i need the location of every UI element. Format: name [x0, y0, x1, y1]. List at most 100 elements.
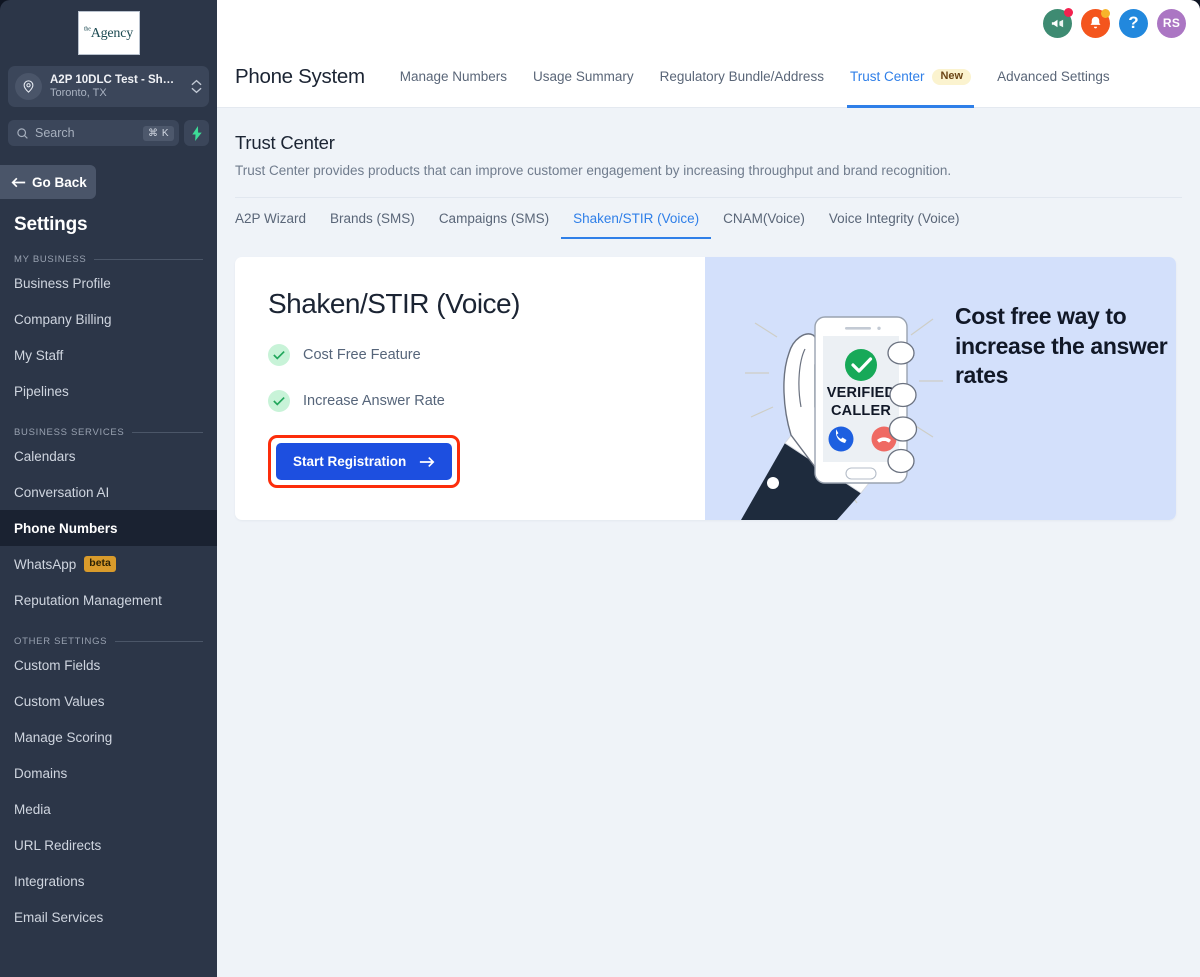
- search-row: Search ⌘ K: [8, 120, 209, 146]
- sidebar-item-label: Calendars: [14, 448, 76, 464]
- arrow-left-icon: [11, 177, 26, 187]
- location-sublabel: Toronto, TX: [50, 87, 107, 99]
- go-back-label: Go Back: [32, 174, 87, 190]
- sidebar-item-my-staff[interactable]: My Staff: [0, 337, 217, 373]
- page-section-title: Phone System: [235, 64, 365, 88]
- shaken-stir-hero-card: Shaken/STIR (Voice) Cost Free Feature In…: [235, 257, 1176, 520]
- hero-heading: Shaken/STIR (Voice): [268, 288, 520, 319]
- sidebar-item-media[interactable]: Media: [0, 791, 217, 827]
- subtab-label: Brands (SMS): [330, 210, 415, 226]
- sidebar-item-label: Company Billing: [14, 311, 112, 327]
- logo-container[interactable]: theAgency: [0, 0, 217, 55]
- announcement-icon[interactable]: [1043, 7, 1073, 38]
- search-placeholder: Search: [35, 126, 75, 140]
- sidebar-item-pipelines[interactable]: Pipelines: [0, 373, 217, 409]
- subtab-brands-sms-[interactable]: Brands (SMS): [318, 197, 427, 239]
- sidebar-item-integrations[interactable]: Integrations: [0, 863, 217, 899]
- subtab-label: Shaken/STIR (Voice): [573, 210, 700, 226]
- sidebar-item-domains[interactable]: Domains: [0, 755, 217, 791]
- sidebar-item-custom-values[interactable]: Custom Values: [0, 683, 217, 719]
- sidebar-item-reputation-management[interactable]: Reputation Management: [0, 582, 217, 618]
- page-subtitle: Trust Center provides products that can …: [235, 163, 952, 178]
- tab-label: Regulatory Bundle/Address: [659, 69, 824, 84]
- subtab-campaigns-sms-[interactable]: Campaigns (SMS): [427, 197, 561, 239]
- notification-bell-icon[interactable]: [1081, 8, 1110, 38]
- sidebar-item-label: Manage Scoring: [14, 729, 113, 745]
- sidebar-item-custom-fields[interactable]: Custom Fields: [0, 647, 217, 683]
- nav-group-label: BUSINESS SERVICES: [14, 427, 125, 438]
- sidebar-item-label: Integrations: [14, 873, 85, 889]
- location-switcher[interactable]: A2P 10DLC Test - Sh… Toronto, TX: [8, 66, 209, 107]
- sidebar-item-calendars[interactable]: Calendars: [0, 438, 217, 474]
- search-input[interactable]: Search ⌘ K: [8, 120, 179, 146]
- navbar-tabs: Manage Numbers Usage Summary Regulatory Bu…: [387, 46, 1123, 108]
- subtab-label: Voice Integrity (Voice): [828, 210, 960, 226]
- tab-label: Manage Numbers: [399, 69, 508, 84]
- sidebar-item-label: Conversation AI: [14, 484, 110, 500]
- sidebar-item-company-billing[interactable]: Company Billing: [0, 301, 217, 337]
- subtab-label: A2P Wizard: [235, 210, 307, 226]
- start-registration-label: Start Registration: [293, 454, 407, 469]
- sidebar-item-label: Email Services: [14, 909, 104, 925]
- location-pin-icon: [15, 73, 42, 100]
- help-glyph: ?: [1128, 13, 1139, 32]
- trust-center-subtabs: A2P Wizard Brands (SMS) Campaigns (SMS) Sha…: [235, 197, 1182, 239]
- logo-sup-text: the: [83, 26, 91, 33]
- new-badge: New: [932, 68, 972, 85]
- go-back-button[interactable]: Go Back: [0, 165, 96, 199]
- avatar-initials: RS: [1162, 16, 1181, 30]
- arrow-right-icon: [420, 456, 435, 467]
- tab-regulatory-bundle-address[interactable]: Regulatory Bundle/Address: [647, 46, 837, 108]
- sidebar-item-phone-numbers[interactable]: Phone Numbers: [0, 510, 217, 546]
- svg-text:CALLER: CALLER: [831, 403, 891, 419]
- subtab-label: Campaigns (SMS): [438, 210, 550, 226]
- tab-advanced-settings[interactable]: Advanced Settings: [984, 46, 1123, 108]
- sidebar: theAgency A2P 10DLC Test - Sh… Toronto, …: [0, 0, 217, 977]
- tab-label: Usage Summary: [533, 69, 634, 84]
- tab-usage-summary[interactable]: Usage Summary: [520, 46, 647, 108]
- agency-logo: theAgency: [77, 11, 140, 55]
- subtab-a2p-wizard[interactable]: A2P Wizard: [235, 197, 318, 239]
- sidebar-item-label: Domains: [14, 765, 68, 781]
- sidebar-item-email-services[interactable]: Email Services: [0, 899, 217, 935]
- subtab-voice-integrity-voice-[interactable]: Voice Integrity (Voice): [817, 197, 972, 239]
- tab-trust-center[interactable]: Trust Center New: [837, 46, 984, 108]
- sidebar-item-label: URL Redirects: [14, 837, 102, 853]
- sidebar-item-label: Custom Values: [14, 693, 105, 709]
- page-header: Trust Center Trust Center provides produ…: [217, 108, 1200, 178]
- help-icon[interactable]: ?: [1119, 8, 1148, 38]
- sidebar-item-url-redirects[interactable]: URL Redirects: [0, 827, 217, 863]
- lightning-bolt-icon[interactable]: [184, 120, 209, 146]
- verified-caller-phone-illustration: VERIFIED CALLER: [741, 316, 943, 520]
- start-registration-button[interactable]: Start Registration: [276, 443, 453, 480]
- nav-group-header: OTHER SETTINGS: [0, 636, 217, 647]
- app-window: theAgency A2P 10DLC Test - Sh… Toronto, …: [0, 0, 1200, 977]
- notification-unread-dot: [1101, 8, 1110, 18]
- sidebar-item-manage-scoring[interactable]: Manage Scoring: [0, 719, 217, 755]
- user-avatar[interactable]: RS: [1157, 8, 1186, 38]
- hero-feature-item: Cost Free Feature: [268, 344, 705, 366]
- tab-label: Advanced Settings: [997, 69, 1110, 84]
- search-icon: [17, 127, 28, 139]
- search-shortcut-badge: ⌘ K: [143, 125, 174, 141]
- sidebar-item-conversation-ai[interactable]: Conversation AI: [0, 474, 217, 510]
- check-circle-icon: [268, 344, 290, 366]
- tab-label: Trust Center: [849, 69, 925, 84]
- sidebar-item-whatsapp[interactable]: WhatsApp beta: [0, 546, 217, 582]
- hero-feature-label: Increase Answer Rate: [303, 393, 445, 409]
- nav-group-header: MY BUSINESS: [0, 254, 217, 265]
- subtab-shaken-stir-voice-[interactable]: Shaken/STIR (Voice): [561, 197, 712, 239]
- phone-system-navbar: Phone System Manage Numbers Usage Summary…: [217, 46, 1200, 108]
- settings-heading: Settings: [14, 214, 88, 235]
- location-name: A2P 10DLC Test - Sh…: [50, 74, 175, 86]
- chevron-updown-icon: [191, 79, 202, 94]
- start-registration-highlight: Start Registration: [268, 435, 461, 488]
- sidebar-item-label: Media: [14, 801, 51, 817]
- subtab-cnam-voice-[interactable]: CNAM(Voice): [711, 197, 817, 239]
- settings-nav: MY BUSINESS Business Profile Company Billi…: [0, 254, 217, 935]
- tab-manage-numbers[interactable]: Manage Numbers: [387, 46, 520, 108]
- sidebar-item-business-profile[interactable]: Business Profile: [0, 265, 217, 301]
- sidebar-item-label: Custom Fields: [14, 657, 101, 673]
- nav-group-header: BUSINESS SERVICES: [0, 427, 217, 438]
- sidebar-item-label: Pipelines: [14, 383, 69, 399]
